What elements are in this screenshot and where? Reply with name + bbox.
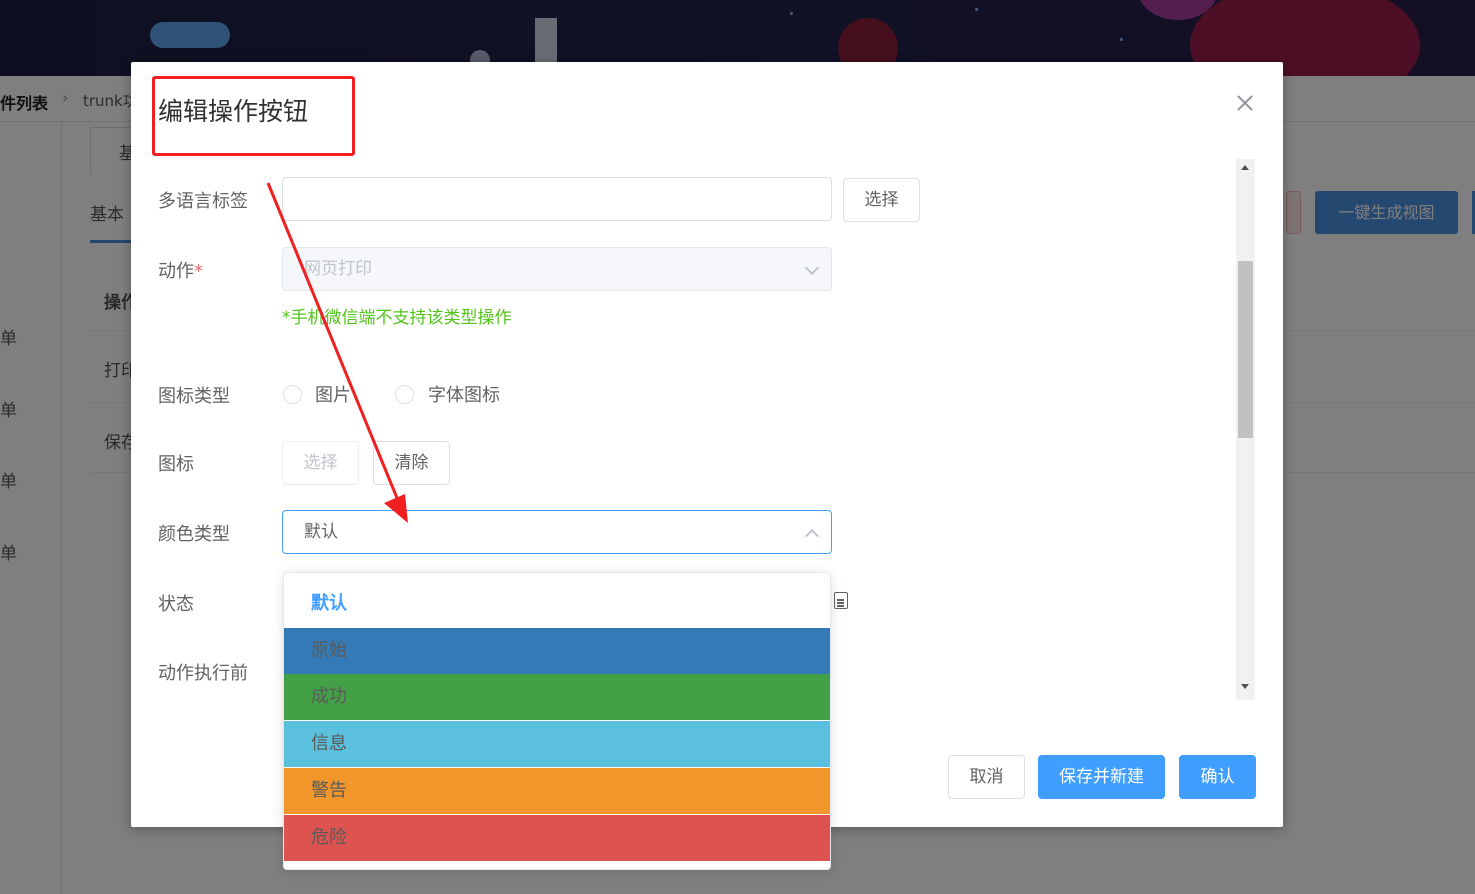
before-action-label: 动作执行前	[158, 663, 248, 684]
color-option-default[interactable]: 默认	[284, 581, 830, 627]
i18n-select-button[interactable]: 选择	[843, 178, 920, 222]
scroll-down-icon[interactable]	[1241, 684, 1249, 689]
icon-clear-button[interactable]: 清除	[373, 441, 450, 485]
cancel-button[interactable]: 取消	[948, 755, 1025, 799]
required-mark: *	[194, 261, 203, 282]
radio-font-icon[interactable]	[395, 385, 414, 404]
radio-font-icon-label[interactable]: 字体图标	[428, 381, 500, 407]
chevron-up-icon	[804, 528, 820, 544]
color-type-label: 颜色类型	[158, 524, 230, 545]
i18n-label-input[interactable]	[282, 177, 832, 221]
color-type-value: 默认	[304, 522, 338, 542]
i18n-label-label: 多语言标签	[158, 191, 248, 212]
icon-label: 图标	[158, 454, 194, 475]
action-label: 动作*	[158, 261, 203, 282]
color-option-success[interactable]: 成功	[284, 674, 830, 720]
document-icon[interactable]	[834, 592, 848, 609]
radio-image[interactable]	[283, 385, 302, 404]
confirm-button[interactable]: 确认	[1179, 755, 1256, 799]
icon-type-label: 图标类型	[158, 386, 230, 407]
color-type-select[interactable]: 默认	[282, 510, 832, 554]
color-option-info[interactable]: 信息	[284, 721, 830, 767]
chevron-down-icon	[804, 260, 820, 276]
color-type-dropdown: 默认 原始 成功 信息 警告 危险	[283, 572, 831, 870]
radio-image-label[interactable]: 图片	[315, 381, 351, 407]
close-icon[interactable]	[1235, 93, 1255, 113]
scroll-up-icon[interactable]	[1241, 165, 1249, 170]
action-hint: *手机微信端不支持该类型操作	[282, 308, 512, 328]
scroll-thumb[interactable]	[1238, 261, 1253, 438]
action-select-value: 网页打印	[304, 259, 372, 279]
annotation-highlight-box	[152, 76, 355, 156]
status-label: 状态	[158, 594, 194, 615]
dialog-scrollbar[interactable]	[1236, 159, 1255, 700]
color-option-danger[interactable]: 危险	[284, 815, 830, 861]
save-and-new-button[interactable]: 保存并新建	[1038, 755, 1165, 799]
color-option-primary[interactable]: 原始	[284, 628, 830, 674]
icon-select-button[interactable]: 选择	[282, 441, 359, 485]
color-option-warning[interactable]: 警告	[284, 768, 830, 814]
action-select: 网页打印	[282, 247, 832, 291]
